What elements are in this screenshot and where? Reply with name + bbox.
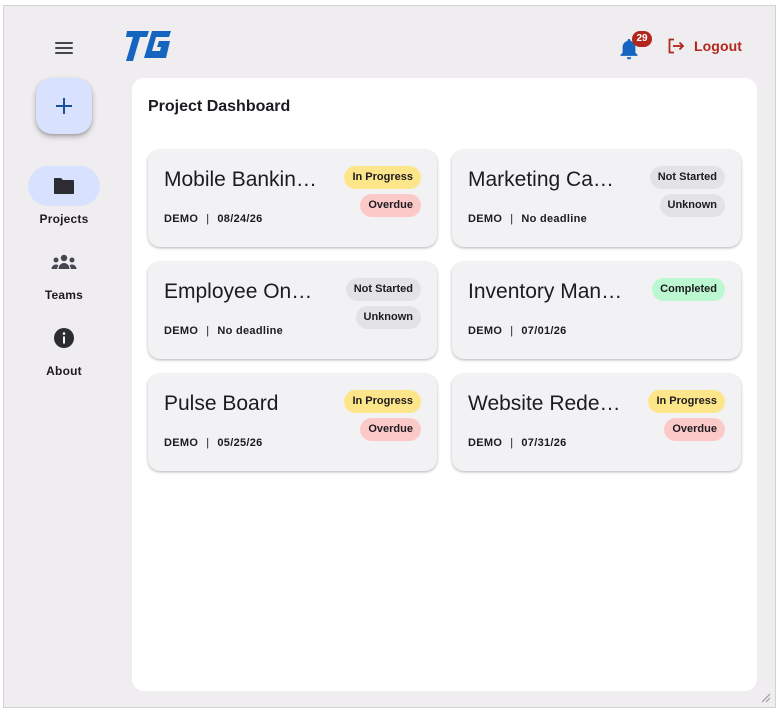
project-title: Marketing Campaign <box>468 168 626 191</box>
project-org: DEMO <box>164 325 199 337</box>
menu-icon[interactable] <box>50 34 78 62</box>
nav-item-about[interactable]: About <box>19 318 109 378</box>
project-deadline: 07/31/26 <box>521 437 567 449</box>
project-title: Inventory Management <box>468 280 626 303</box>
project-card[interactable]: Marketing Campaign Not Started Unknown D… <box>452 150 741 247</box>
project-card[interactable]: Mobile Banking App In Progress Overdue D… <box>148 150 437 247</box>
nav-label-about: About <box>46 364 82 378</box>
logout-button[interactable]: Logout <box>667 36 742 56</box>
meta-separator: | <box>510 437 514 449</box>
meta-separator: | <box>510 213 514 225</box>
dashboard-panel: Project Dashboard Mobile Banking App In … <box>132 78 757 691</box>
project-card[interactable]: Employee Onboarding Not Started Unknown … <box>148 262 437 359</box>
notification-count-badge: 29 <box>632 31 652 47</box>
page-title: Project Dashboard <box>148 98 291 115</box>
project-deadline: 08/24/26 <box>217 213 263 225</box>
notifications-button[interactable]: 29 <box>615 31 652 65</box>
tg-logo <box>126 31 171 61</box>
project-title: Pulse Board <box>164 392 279 415</box>
project-title: Employee Onboarding <box>164 280 322 303</box>
nav-label-teams: Teams <box>44 288 84 302</box>
project-org: DEMO <box>164 437 199 449</box>
logout-label: Logout <box>694 38 743 54</box>
project-org: DEMO <box>468 213 503 225</box>
plus-icon <box>56 98 72 114</box>
project-deadline: No deadline <box>521 213 588 225</box>
status-chip: In Progress <box>344 166 421 189</box>
meta-separator: | <box>510 325 514 337</box>
status-chip: In Progress <box>648 390 725 413</box>
logout-icon <box>668 38 685 54</box>
status-chip: In Progress <box>344 390 421 413</box>
nav-label-projects: Projects <box>39 212 89 226</box>
folder-icon <box>54 178 74 194</box>
deadline-chip: Overdue <box>664 418 725 441</box>
deadline-chip: Unknown <box>355 306 421 329</box>
deadline-chip: Unknown <box>659 194 725 217</box>
project-org: DEMO <box>468 325 503 337</box>
info-icon <box>54 328 74 348</box>
project-title: Website Redesign <box>468 392 626 415</box>
nav-item-projects[interactable]: Projects <box>19 166 109 226</box>
project-card[interactable]: Inventory Management Completed DEMO | 07/0… <box>452 262 741 359</box>
nav-item-teams[interactable]: Teams <box>19 242 109 302</box>
add-project-button[interactable] <box>36 78 92 134</box>
meta-separator: | <box>206 213 210 225</box>
project-card[interactable]: Website Redesign In Progress Overdue DEM… <box>452 374 741 471</box>
project-org: DEMO <box>164 213 199 225</box>
project-deadline: 07/01/26 <box>521 325 567 337</box>
resize-handle[interactable] <box>759 691 771 703</box>
project-deadline: 05/25/26 <box>217 437 263 449</box>
deadline-chip: Overdue <box>360 194 421 217</box>
meta-separator: | <box>206 437 210 449</box>
project-org: DEMO <box>468 437 503 449</box>
status-chip: Not Started <box>345 278 421 301</box>
status-chip: Completed <box>652 278 725 301</box>
groups-icon <box>51 254 77 269</box>
meta-separator: | <box>206 325 210 337</box>
app-window: Projects Teams About 29 Logout Project D… <box>3 5 776 708</box>
project-title: Mobile Banking App <box>164 168 322 191</box>
status-chip: Not Started <box>649 166 725 189</box>
project-card[interactable]: Pulse Board In Progress Overdue DEMO | 05/… <box>148 374 437 471</box>
project-deadline: No deadline <box>217 325 284 337</box>
deadline-chip: Overdue <box>360 418 421 441</box>
